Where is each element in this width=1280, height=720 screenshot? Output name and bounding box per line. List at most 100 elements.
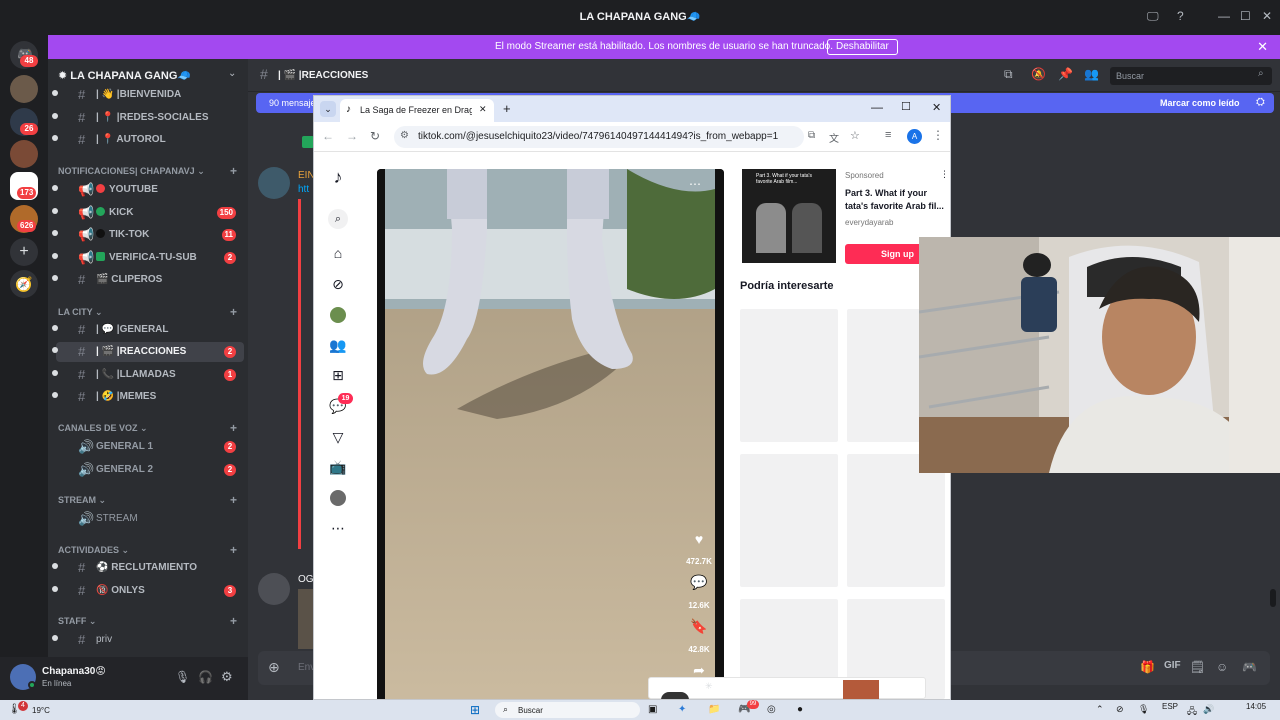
ad-thumbnail[interactable]: Part 3. What if your tata's favorite Ara… xyxy=(742,169,836,263)
site-info-icon[interactable]: ⚙ xyxy=(400,130,409,141)
close-button[interactable]: ✕ xyxy=(932,101,941,114)
minimize-button[interactable]: — xyxy=(1218,9,1230,23)
mini-player-bar[interactable]: ✳ xyxy=(648,677,926,699)
weather-temperature[interactable]: 19°C xyxy=(32,706,50,715)
profile-avatar-icon[interactable] xyxy=(328,487,348,507)
category-stream[interactable]: STREAM ⌄ + xyxy=(58,493,237,507)
add-channel-icon[interactable]: + xyxy=(230,421,237,435)
new-tab-icon[interactable]: + xyxy=(503,101,511,116)
home-icon[interactable]: ⌂ xyxy=(328,243,348,263)
ad-title[interactable]: Part 3. What if your tata's favorite Ara… xyxy=(845,187,949,213)
settings-gear-icon[interactable]: ⚙ xyxy=(221,669,233,685)
chat-scrollbar[interactable] xyxy=(1270,589,1276,607)
minimize-button[interactable]: — xyxy=(871,100,883,114)
search-input[interactable]: Buscar xyxy=(1110,67,1272,85)
channel-kick[interactable]: 📢 KICK 150 xyxy=(52,203,244,223)
category-notificaciones[interactable]: NOTIFICACIONES| CHAPANAVJ ⌄ + xyxy=(58,164,237,178)
add-channel-icon[interactable]: + xyxy=(230,164,237,178)
notifications-muted-icon[interactable]: 🔕 xyxy=(1031,67,1046,81)
reload-icon[interactable]: ↻ xyxy=(370,129,380,143)
message-avatar[interactable] xyxy=(258,573,290,605)
close-button[interactable]: ✕ xyxy=(1262,9,1272,23)
channel-general[interactable]: # | 💬 |GENERAL xyxy=(52,320,244,340)
message-author[interactable]: OG xyxy=(298,574,314,585)
headphones-icon[interactable]: 🎧 xyxy=(198,670,213,684)
live-icon[interactable]: 📺 xyxy=(328,457,348,477)
tiktok-logo-icon[interactable]: ♪ xyxy=(328,167,348,187)
volume-icon[interactable]: 🔊 xyxy=(1203,704,1214,715)
disable-streamer-button[interactable]: Deshabilitar xyxy=(827,39,898,55)
following-avatar-icon[interactable] xyxy=(328,304,348,324)
microphone-icon[interactable]: 🎙 xyxy=(175,670,190,684)
maximize-button[interactable]: ☐ xyxy=(1240,9,1251,23)
reading-list-icon[interactable]: ≡ xyxy=(885,129,891,141)
forward-icon[interactable]: → xyxy=(346,129,358,143)
back-icon[interactable]: ← xyxy=(322,129,334,143)
add-server-icon[interactable]: + xyxy=(10,238,38,266)
category-canales-de-voz[interactable]: CANALES DE VOZ ⌄ + xyxy=(58,421,237,435)
bookmark-icon[interactable]: 🔖 xyxy=(689,618,709,635)
address-bar[interactable]: ⚙ tiktok.com/@jesuselchiquito23/video/74… xyxy=(394,126,860,148)
maximize-button[interactable]: ☐ xyxy=(901,100,911,113)
threads-icon[interactable]: ⧉ xyxy=(1004,67,1013,82)
translate-icon[interactable]: 文 xyxy=(829,130,839,145)
gift-icon[interactable]: 🎁 xyxy=(1140,660,1155,674)
more-icon[interactable]: ⋯ xyxy=(328,518,348,538)
ad-more-icon[interactable]: ⋮ xyxy=(940,169,949,180)
video-more-icon[interactable]: ⋯ xyxy=(689,177,701,191)
explore-icon[interactable]: 🧭 xyxy=(10,270,38,298)
ad-author[interactable]: everydayarab xyxy=(845,218,893,227)
message-link[interactable]: htt xyxy=(298,184,309,195)
channel-redes-sociales[interactable]: # | 📍 |REDES-SOCIALES xyxy=(52,108,244,128)
channel-reacciones[interactable]: # | 🎬 |REACCIONES 2 xyxy=(52,342,244,362)
category-staff[interactable]: STAFF ⌄ + xyxy=(58,614,237,628)
sticker-icon[interactable]: 🗒 xyxy=(1190,660,1205,674)
tray-app-icon[interactable]: ⊘ xyxy=(1116,704,1124,715)
add-channel-icon[interactable]: + xyxy=(230,543,237,557)
inbox-icon[interactable]: 🖵 xyxy=(1147,9,1159,24)
install-app-icon[interactable]: ⧉ xyxy=(808,130,815,141)
add-channel-icon[interactable]: + xyxy=(230,305,237,319)
upload-icon[interactable]: ⊞ xyxy=(328,365,348,385)
help-icon[interactable]: ? xyxy=(1177,9,1184,23)
close-banner-icon[interactable]: ✕ xyxy=(1257,39,1268,55)
channel-clipperos[interactable]: # 🎬 CLIPEROS xyxy=(52,270,244,290)
tray-microphone-icon[interactable]: 🎙 xyxy=(1138,704,1149,715)
bookmark-star-icon[interactable]: ☆ xyxy=(850,129,860,142)
channel-llamadas[interactable]: # | 📞 |LLAMADAS 1 xyxy=(52,365,244,385)
search-icon[interactable]: ⌕ xyxy=(328,209,348,229)
members-icon[interactable]: 👥 xyxy=(1084,67,1099,81)
file-explorer-icon[interactable]: 📁 xyxy=(708,704,720,715)
menu-kebab-icon[interactable]: ⋮ xyxy=(932,128,944,142)
channel-memes[interactable]: # | 🤣 |MEMES xyxy=(52,387,244,407)
task-view-icon[interactable]: ▣ xyxy=(648,704,657,715)
video-player[interactable]: ⋯ ♥ 472.7K 💬 12.6K 🔖 42.8K ➦ xyxy=(377,169,724,699)
add-channel-icon[interactable]: + xyxy=(230,614,237,628)
network-icon[interactable]: 🖧 xyxy=(1187,704,1197,720)
channel-priv[interactable]: # priv xyxy=(52,630,244,650)
category-actividades[interactable]: ACTIVIDADES ⌄ + xyxy=(58,543,237,557)
gif-icon[interactable]: GIF xyxy=(1164,660,1181,671)
message-avatar[interactable] xyxy=(258,167,290,199)
clock-time[interactable]: 14:05 xyxy=(1246,702,1266,711)
add-attachment-icon[interactable]: ⊕ xyxy=(268,659,280,676)
channel-bienvenida[interactable]: # | 👋 |BIENVENIDA xyxy=(52,85,244,105)
channel-onlys[interactable]: # 🔞 ONLYS 3 xyxy=(52,581,244,601)
emoji-icon[interactable]: ☺ xyxy=(1216,660,1228,674)
server-icon-3[interactable] xyxy=(10,140,38,168)
pin-icon[interactable]: 📌 xyxy=(1058,67,1073,81)
mark-as-read-button[interactable]: Marcar como leído xyxy=(1160,98,1240,108)
voice-channel-general-2[interactable]: 🔊 GENERAL 22 xyxy=(56,460,244,480)
keyboard-language[interactable]: ESP xyxy=(1162,702,1178,711)
comment-icon[interactable]: 💬 xyxy=(689,574,709,591)
friends-icon[interactable]: 👥 xyxy=(328,335,348,355)
activities-icon[interactable]: 🎮 xyxy=(1242,660,1257,674)
tray-chevron-icon[interactable]: ⌃ xyxy=(1096,704,1104,715)
category-la-city[interactable]: LA CITY ⌄ + xyxy=(58,305,237,319)
add-channel-icon[interactable]: + xyxy=(230,493,237,507)
profile-avatar[interactable]: A xyxy=(907,129,922,144)
channel-reclutamiento[interactable]: # ⚽ RECLUTAMIENTO xyxy=(52,558,244,578)
server-name[interactable]: ✹ LA CHAPANA GANG🧢 xyxy=(58,69,191,82)
taskbar-search-input[interactable]: ⌕ Buscar xyxy=(495,702,640,718)
copilot-icon[interactable]: ✦ xyxy=(678,704,686,715)
